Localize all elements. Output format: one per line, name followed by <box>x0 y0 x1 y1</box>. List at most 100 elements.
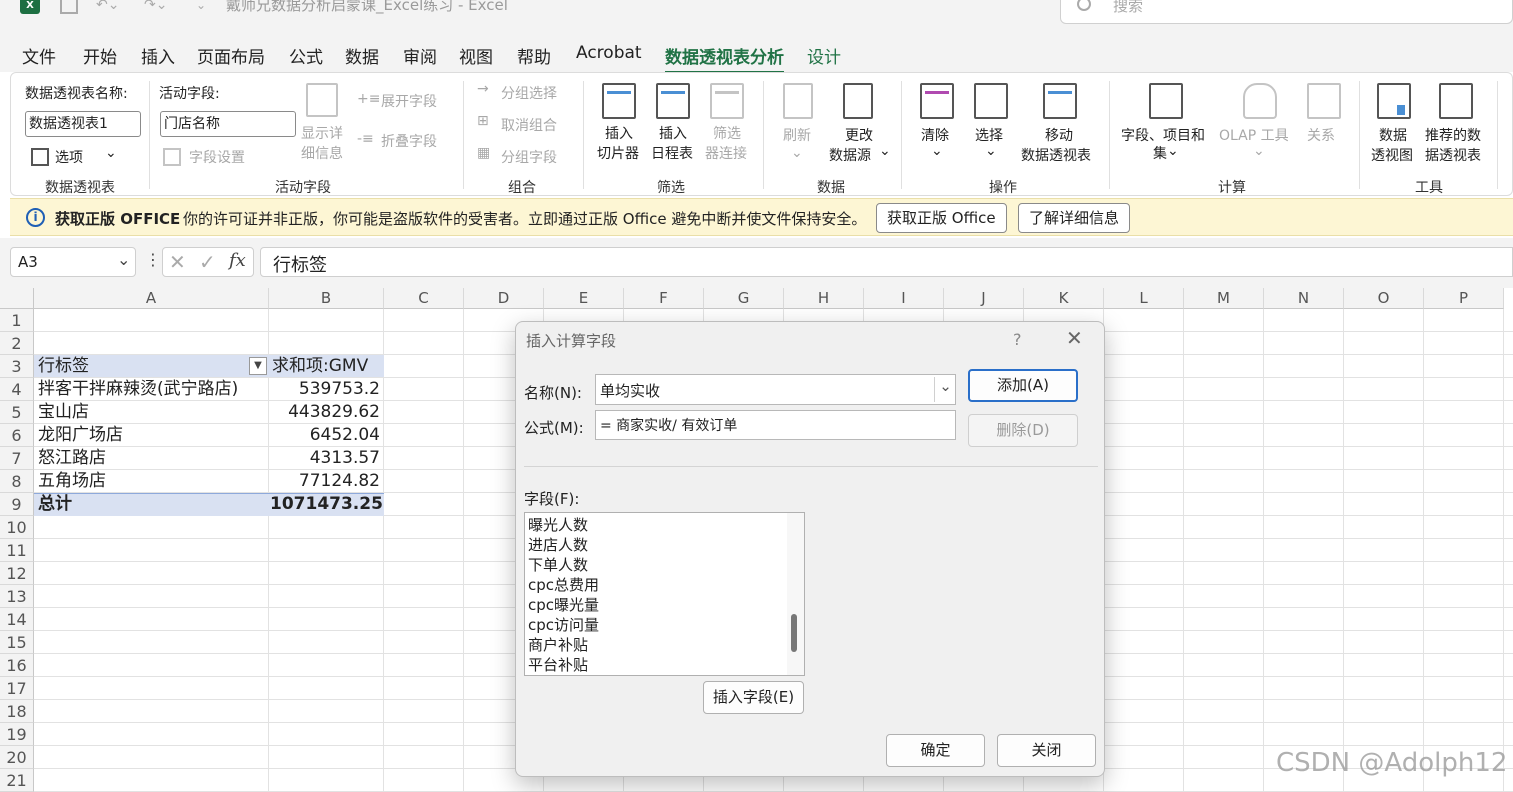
row-header[interactable]: 15 <box>0 631 34 654</box>
move-pivot-button[interactable]: 移动 数据透视表 <box>1019 81 1111 171</box>
insert-timeline-button[interactable]: 插入 日程表 <box>649 81 701 165</box>
row-header[interactable]: 3 <box>0 355 34 378</box>
row-header[interactable]: 10 <box>0 516 34 539</box>
row-header[interactable]: 5 <box>0 401 34 424</box>
row-header[interactable]: 12 <box>0 562 34 585</box>
refresh-button[interactable]: 刷新 ⌄ <box>777 81 823 171</box>
customize-icon[interactable]: ⌄ <box>196 0 206 11</box>
group-selection-button[interactable]: → 分组选择 <box>477 81 587 103</box>
column-header[interactable]: D <box>464 288 544 309</box>
fields-listbox[interactable]: 曝光人数 进店人数 下单人数 cpc总费用 cpc曝光量 cpc访问量 商户补贴… <box>524 512 805 676</box>
pivot-row-label[interactable]: 怒江路店 <box>38 447 268 470</box>
list-item[interactable]: 进店人数 <box>525 535 785 555</box>
change-source-button[interactable]: 更改 数据源 ⌄ <box>825 81 891 171</box>
pivot-row-label[interactable]: 拌客干拌麻辣烫(武宁路店) <box>38 378 268 401</box>
chevron-down-icon[interactable]: ⌄ <box>934 377 956 402</box>
tab-file[interactable]: 文件 <box>22 43 56 68</box>
name-combobox[interactable]: 单均实收 ⌄ <box>595 374 956 405</box>
grand-total-value[interactable]: 1071473.25 <box>270 493 384 516</box>
list-item[interactable]: 平台补贴 <box>525 655 785 675</box>
learn-more-button[interactable]: 了解详细信息 <box>1018 203 1131 233</box>
row-header[interactable]: 1 <box>0 309 34 332</box>
pivot-row-label[interactable]: 宝山店 <box>38 401 268 424</box>
recommended-pivot-button[interactable]: 推荐的数 据透视表 <box>1423 81 1489 171</box>
tab-review[interactable]: 审阅 <box>403 43 437 68</box>
add-button[interactable]: 添加(A) <box>968 369 1078 402</box>
pivot-row-value[interactable]: 6452.04 <box>270 424 384 447</box>
row-header[interactable]: 16 <box>0 654 34 677</box>
options-button[interactable]: 选项 ⌄ <box>31 145 131 169</box>
row-header[interactable]: 7 <box>0 447 34 470</box>
sum-gmv-header[interactable]: 求和项:GMV <box>272 355 384 378</box>
row-header[interactable]: 20 <box>0 746 34 769</box>
row-header[interactable]: 9 <box>0 493 34 516</box>
collapse-field-button[interactable]: -≡ 折叠字段 <box>357 131 457 153</box>
redo-icon[interactable]: ↷⌄ <box>144 0 167 12</box>
tab-home[interactable]: 开始 <box>83 43 117 68</box>
column-header[interactable]: F <box>624 288 704 309</box>
list-item[interactable]: cpc访问量 <box>525 615 785 635</box>
row-header[interactable]: 11 <box>0 539 34 562</box>
row-header[interactable]: 2 <box>0 332 34 355</box>
cancel-icon[interactable]: ✕ <box>169 250 186 274</box>
list-item[interactable]: 商户补贴 <box>525 635 785 655</box>
row-labels-header[interactable]: 行标签 <box>38 355 258 378</box>
more-icon[interactable]: ⋮ <box>145 250 161 269</box>
get-genuine-office-button[interactable]: 获取正版 Office <box>876 203 1007 233</box>
column-header[interactable]: O <box>1344 288 1424 309</box>
pivot-row-value[interactable]: 539753.2 <box>270 378 384 401</box>
column-header[interactable]: M <box>1184 288 1264 309</box>
relationships-button[interactable]: 关系 <box>1301 81 1347 171</box>
tab-acrobat[interactable]: Acrobat <box>576 43 642 63</box>
tab-page-layout[interactable]: 页面布局 <box>197 43 265 68</box>
formula-field[interactable]: = 商家实收/ 有效订单 <box>595 410 956 440</box>
search-box[interactable]: 搜索 <box>1060 0 1513 24</box>
tab-data[interactable]: 数据 <box>345 43 379 68</box>
tab-formulas[interactable]: 公式 <box>289 43 323 68</box>
column-header[interactable]: J <box>944 288 1024 309</box>
column-header[interactable]: H <box>784 288 864 309</box>
column-header[interactable]: I <box>864 288 944 309</box>
list-item[interactable]: 曝光人数 <box>525 515 785 535</box>
row-header[interactable]: 8 <box>0 470 34 493</box>
row-header[interactable]: 17 <box>0 677 34 700</box>
formula-input[interactable]: 行标签 <box>260 247 1513 277</box>
ok-button[interactable]: 确定 <box>886 734 985 767</box>
select-all-corner[interactable] <box>0 288 34 309</box>
column-header[interactable]: L <box>1104 288 1184 309</box>
column-header[interactable]: G <box>704 288 784 309</box>
row-header[interactable]: 13 <box>0 585 34 608</box>
row-header[interactable]: 21 <box>0 769 34 792</box>
scrollbar-thumb[interactable] <box>791 614 797 652</box>
delete-button[interactable]: 删除(D) <box>968 414 1078 447</box>
column-header[interactable]: N <box>1264 288 1344 309</box>
group-field-button[interactable]: ▦ 分组字段 <box>477 145 587 167</box>
tab-design[interactable]: 设计 <box>807 43 841 68</box>
list-item[interactable]: cpc曝光量 <box>525 595 785 615</box>
filter-dropdown-icon[interactable]: ▼ <box>249 357 267 375</box>
field-settings-button[interactable]: 字段设置 <box>163 145 273 169</box>
insert-slicer-button[interactable]: 插入 切片器 <box>595 81 647 165</box>
insert-field-button[interactable]: 插入字段(E) <box>703 681 804 714</box>
row-header[interactable]: 19 <box>0 723 34 746</box>
ungroup-button[interactable]: ⊞ 取消组合 <box>477 113 587 135</box>
filter-connections-button[interactable]: 筛选 器连接 <box>703 81 755 165</box>
expand-field-button[interactable]: +≡ 展开字段 <box>357 91 457 113</box>
confirm-icon[interactable]: ✓ <box>199 250 216 274</box>
column-header[interactable]: A <box>34 288 269 309</box>
pivot-row-label[interactable]: 五角场店 <box>38 470 268 493</box>
list-item[interactable]: cpc总费用 <box>525 575 785 595</box>
pivot-row-value[interactable]: 4313.57 <box>270 447 384 470</box>
tab-pivot-analyze[interactable]: 数据透视表分析 <box>665 43 784 74</box>
column-header[interactable]: K <box>1024 288 1104 309</box>
fx-icon[interactable]: fx <box>229 250 246 271</box>
list-item[interactable]: 下单人数 <box>525 555 785 575</box>
grand-total-label[interactable]: 总计 <box>38 493 238 516</box>
row-header[interactable]: 14 <box>0 608 34 631</box>
column-header[interactable]: B <box>269 288 384 309</box>
pivot-name-input[interactable]: 数据透视表1 <box>25 111 141 137</box>
help-icon[interactable]: ? <box>1013 330 1022 349</box>
column-header[interactable]: C <box>384 288 464 309</box>
pivot-row-value[interactable]: 77124.82 <box>270 470 384 493</box>
select-button[interactable]: 选择 ⌄ <box>969 81 1015 171</box>
